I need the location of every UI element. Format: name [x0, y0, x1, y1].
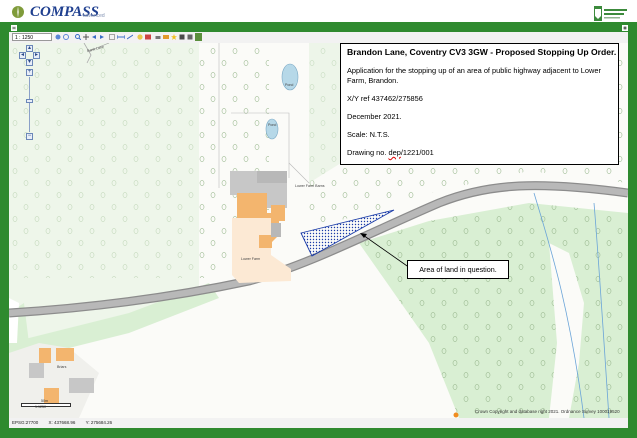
status-bar: EPSG:27700 X: 437668.96 Y: 275684.26: [9, 418, 628, 428]
drawing-prefix: Drawing no.: [347, 148, 389, 157]
map-zoom-in-button[interactable]: +: [26, 69, 33, 76]
council-logo-icon: [594, 6, 627, 21]
edit-icon[interactable]: [195, 33, 202, 41]
pan-east-button[interactable]: ▸: [33, 52, 40, 59]
collapse-icon[interactable]: [11, 25, 17, 31]
compass-logo-icon: [12, 6, 24, 18]
epsg-code: EPSG:27700: [12, 420, 39, 425]
pan-west-button[interactable]: ◂: [19, 52, 26, 59]
lower-farm-barns-label: Lower Farm Barns: [295, 184, 325, 188]
save-icon[interactable]: [179, 34, 185, 40]
proposal-title: Brandon Lane, Coventry CV3 3GW - Propose…: [347, 47, 617, 57]
briars-label: Briars: [57, 365, 67, 369]
drawing-code: dep: [388, 148, 401, 157]
scale-bar: 50m 1:1250: [21, 399, 71, 409]
proposal-date: December 2021.: [347, 112, 402, 121]
info-icon[interactable]: [137, 34, 143, 40]
draw-line-icon[interactable]: [127, 34, 133, 40]
area-callout: Area of land in question.: [407, 260, 509, 279]
scale-bar-line: [21, 403, 71, 407]
pond-label-2: Pond: [268, 123, 277, 127]
bookmark-icon[interactable]: [171, 34, 177, 40]
select-icon[interactable]: [109, 34, 115, 40]
scale-select[interactable]: 1 : 1250: [12, 33, 52, 41]
lower-farm-label: Lower Farm: [241, 257, 261, 261]
xy-reference: X/Y ref 437462/275856: [347, 94, 423, 103]
cursor-x: X: 437668.96: [48, 420, 76, 425]
expand-icon[interactable]: [622, 25, 628, 31]
proposal-scale: Scale: N.T.S.: [347, 130, 390, 139]
pan-south-button[interactable]: ▾: [26, 59, 33, 66]
export-icon[interactable]: [187, 34, 193, 40]
cursor-y: Y: 275684.26: [85, 420, 113, 425]
search-icon[interactable]: [75, 34, 81, 40]
map-zoom-out-button[interactable]: −: [26, 133, 33, 140]
previous-view-icon[interactable]: [91, 34, 97, 40]
pond-label-1: Pond: [285, 83, 294, 87]
scale-bar-sublabel: 1:1250: [35, 405, 46, 409]
print-icon[interactable]: [155, 34, 161, 40]
drawing-suffix: /1221/001: [400, 148, 434, 157]
measure-icon[interactable]: [117, 34, 125, 40]
zoom-out-icon[interactable]: [63, 34, 69, 40]
drawing-number: Drawing no. dep/1221/001: [347, 148, 612, 158]
app-subtitle: advanced: [83, 13, 105, 19]
proposal-description: Application for the stopping up of an ar…: [347, 66, 601, 85]
app-header: COMPASS advanced: [0, 0, 637, 22]
zoom-in-icon[interactable]: [55, 34, 61, 40]
next-view-icon[interactable]: [99, 34, 105, 40]
pan-icon[interactable]: [83, 34, 89, 40]
proposal-info-box: Brandon Lane, Coventry CV3 3GW - Propose…: [340, 43, 619, 165]
email-icon[interactable]: [163, 34, 169, 40]
zoom-slider-handle[interactable]: [26, 99, 33, 103]
pan-north-button[interactable]: ▴: [26, 45, 33, 52]
copyright-notice: Crown Copyright and database right 2021.…: [475, 409, 620, 414]
layers-icon[interactable]: [145, 34, 151, 40]
zoom-slider-track[interactable]: [29, 77, 30, 132]
